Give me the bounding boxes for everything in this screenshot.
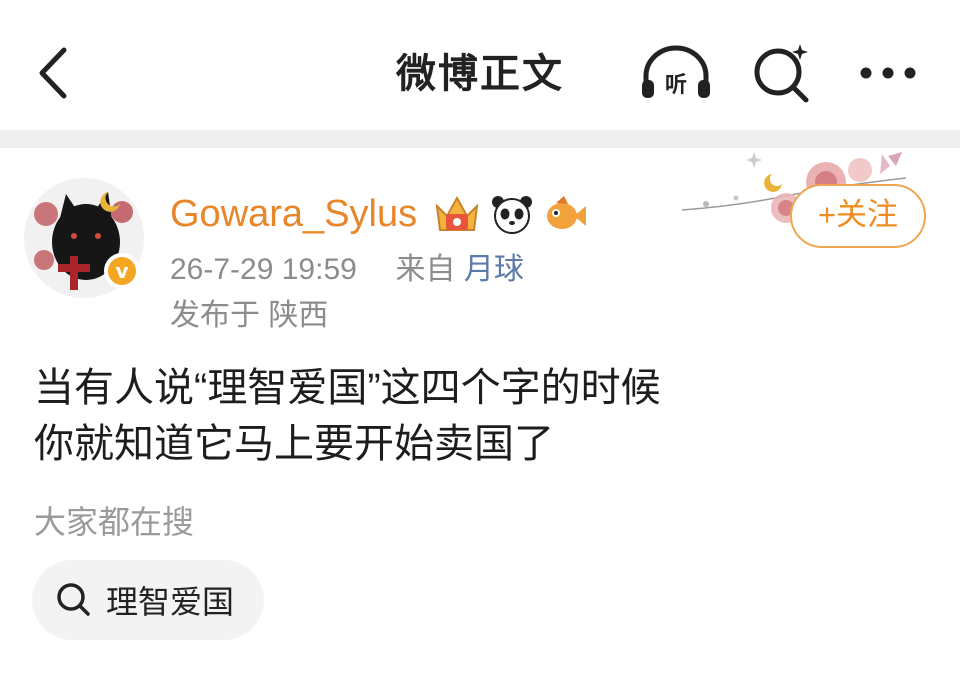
listen-button[interactable]: 听 [636,42,716,104]
post-content-line: 你就知道它马上要开始卖国了 [34,422,554,466]
trending-search-header: 大家都在搜 [34,504,195,540]
trending-search-chip[interactable]: 理智爱国 [32,560,264,640]
source-prefix: 来自 [395,253,456,286]
search-button[interactable] [748,42,816,104]
chevron-left-icon [39,47,67,99]
back-button[interactable] [30,42,80,104]
post-content: 当有人说“理智爱国”这四个字的时候 你就知道它马上要开始卖国了 [34,360,934,472]
username[interactable]: Gowara_Sylus [170,188,417,240]
verified-badge: v [104,253,140,289]
section-divider [0,130,960,148]
crown-member-icon [435,195,479,231]
search-icon [754,44,809,103]
search-icon [57,583,90,616]
more-dots-icon [860,67,916,79]
follow-button[interactable]: +关注 [790,184,926,248]
top-bar: 微博正文 听 [0,0,960,130]
panda-icon [492,196,532,234]
listen-label: 听 [665,73,687,98]
fish-icon [547,196,586,229]
post-content-line: 当有人说“理智爱国”这四个字的时候 [34,366,661,410]
post-source[interactable]: 月球 [464,253,524,286]
search-chip-label: 理智爱国 [106,584,235,620]
post-meta: 26-7-29 19:59 来自 月球 [170,248,524,292]
headphones-icon: 听 [642,45,710,98]
more-button[interactable] [852,42,924,104]
post-timestamp: 26-7-29 19:59 [170,253,357,286]
user-badges [432,190,588,238]
post-location: 发布于 陕西 [170,299,329,332]
page-title: 微博正文 [396,51,564,97]
